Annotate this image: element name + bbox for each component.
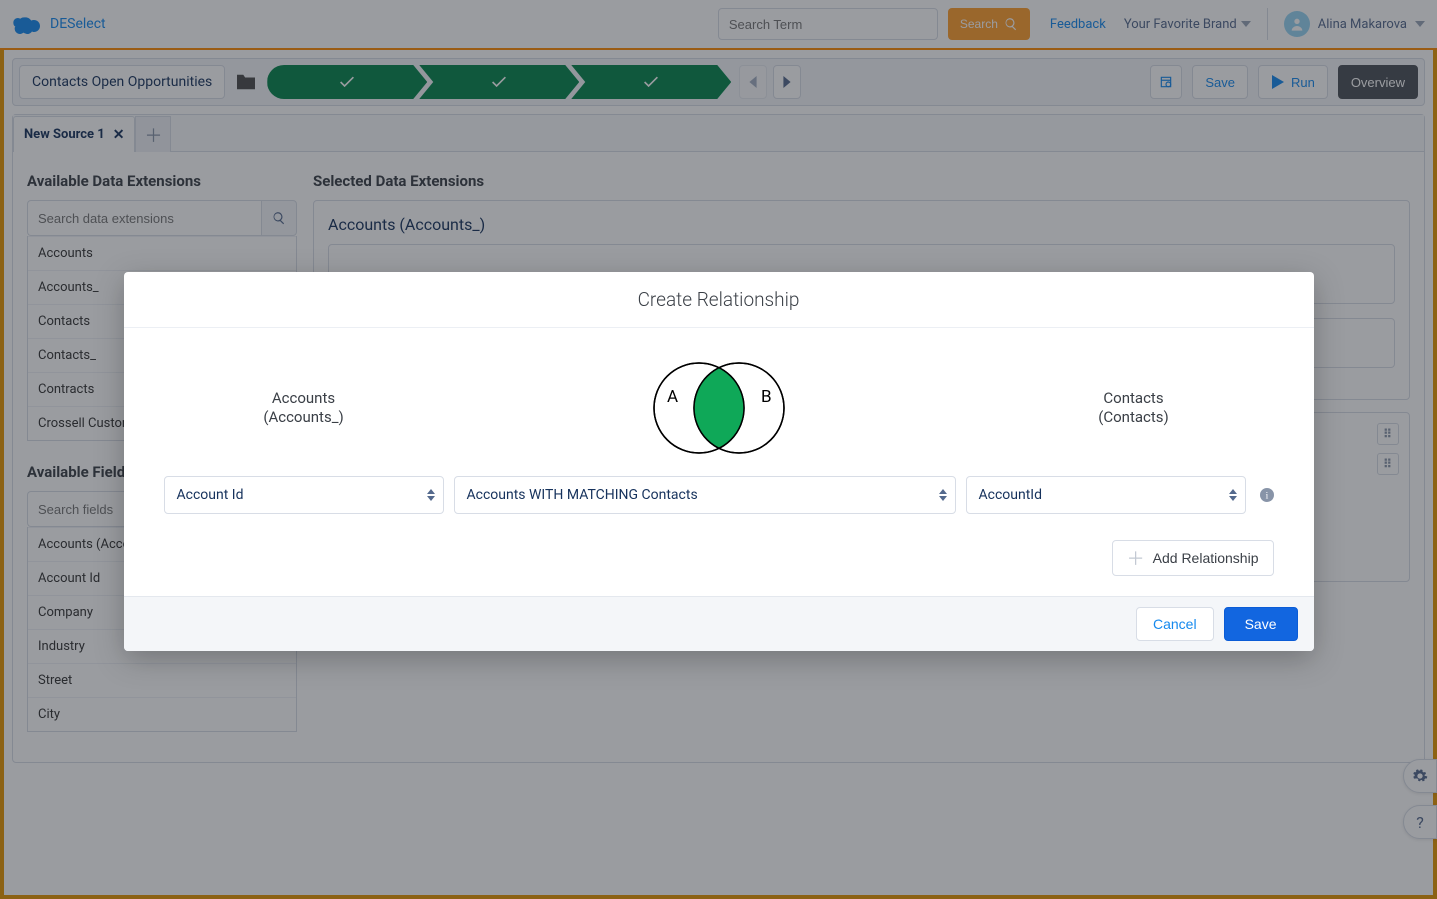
select-arrows-icon [427,489,435,502]
right-field-select[interactable]: AccountId [966,476,1246,514]
modal-title: Create Relationship [124,272,1314,328]
right-de-label: Contacts (Contacts) [994,389,1274,428]
svg-text:i: i [1265,491,1268,502]
info-icon[interactable]: i [1260,488,1274,502]
select-arrows-icon [939,489,947,502]
modal-footer: Cancel Save [124,596,1314,651]
cancel-button[interactable]: Cancel [1136,607,1214,641]
plus-icon: ＋ [1127,545,1145,571]
modal-backdrop: Create Relationship Accounts (Accounts_)… [0,0,1437,899]
join-type-select[interactable]: Accounts WITH MATCHING Contacts [454,476,956,514]
svg-text:B: B [761,387,772,407]
svg-text:A: A [667,387,678,407]
create-relationship-modal: Create Relationship Accounts (Accounts_)… [124,272,1314,651]
add-relationship-button[interactable]: ＋ Add Relationship [1112,540,1274,576]
venn-diagram-icon: A B [649,358,789,458]
left-de-label: Accounts (Accounts_) [164,389,444,428]
select-arrows-icon [1229,489,1237,502]
left-field-select[interactable]: Account Id [164,476,444,514]
save-button[interactable]: Save [1224,607,1298,641]
